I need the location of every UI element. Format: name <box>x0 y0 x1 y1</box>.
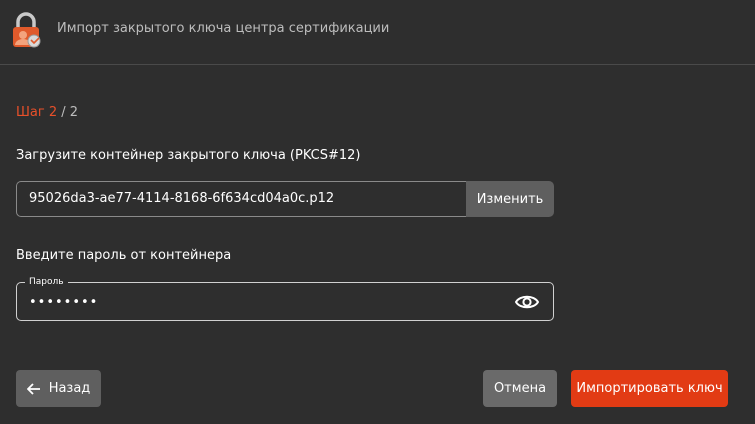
step-total: / 2 <box>57 105 79 120</box>
import-key-button[interactable]: Импортировать ключ <box>571 370 728 407</box>
eye-icon[interactable] <box>515 292 539 312</box>
window-header: Импорт закрытого ключа центра сертификац… <box>0 0 755 65</box>
back-button-label: Назад <box>48 381 91 396</box>
lock-certificate-icon <box>13 12 41 48</box>
back-button[interactable]: Назад <box>16 370 101 407</box>
file-name-field[interactable]: 95026da3-ae77-4114-8168-6f634cd04a0c.p12 <box>16 181 466 217</box>
cancel-button[interactable]: Отмена <box>483 370 557 407</box>
password-field[interactable]: Пароль <box>16 276 554 321</box>
password-input[interactable] <box>29 291 499 313</box>
file-picker: 95026da3-ae77-4114-8168-6f634cd04a0c.p12… <box>16 181 554 217</box>
step-indicator: Шаг 2 / 2 <box>16 104 78 122</box>
password-section-label: Введите пароль от контейнера <box>16 248 232 263</box>
window-title: Импорт закрытого ключа центра сертификац… <box>57 21 390 36</box>
step-current: Шаг 2 <box>16 105 58 120</box>
change-file-button[interactable]: Изменить <box>466 181 554 217</box>
file-section-label: Загрузите контейнер закрытого ключа (PKC… <box>16 148 361 163</box>
password-field-label: Пароль <box>25 276 68 288</box>
arrow-left-icon <box>26 382 40 395</box>
